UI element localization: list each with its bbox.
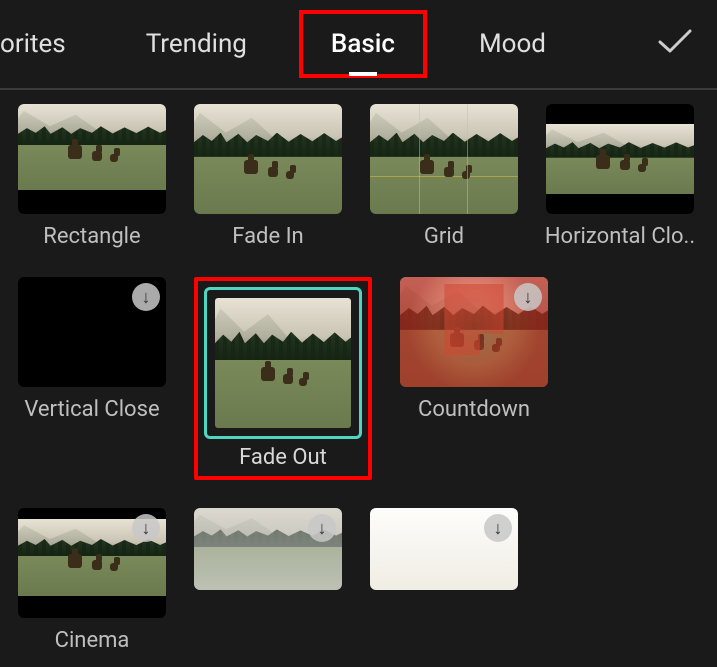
- effect-thumbnail: [370, 104, 518, 214]
- effect-grid[interactable]: Grid: [370, 104, 518, 249]
- tab-trending[interactable]: Trending: [106, 0, 287, 89]
- tab-label: Basic: [331, 29, 395, 59]
- effect-label: Fade In: [232, 224, 303, 249]
- active-tab-indicator: [349, 72, 377, 76]
- effect-fade-out[interactable]: Fade Out: [194, 277, 372, 480]
- effect-label: Countdown: [418, 397, 530, 422]
- effect-thumbnail: ↓: [370, 508, 518, 590]
- effect-label: Vertical Close: [24, 397, 159, 422]
- tab-mood[interactable]: Mood: [439, 0, 586, 89]
- download-icon[interactable]: ↓: [484, 514, 512, 542]
- effect-item[interactable]: ↓: [370, 508, 518, 653]
- tab-basic[interactable]: Basic: [299, 10, 427, 78]
- effect-thumbnail: ↓: [18, 508, 166, 618]
- effect-horizontal-close[interactable]: Horizontal Clo..: [546, 104, 694, 249]
- category-tabs: orites Trending Basic Mood: [0, 0, 717, 90]
- effect-thumbnail: ↓: [400, 277, 548, 387]
- check-icon: [657, 27, 693, 55]
- download-icon[interactable]: ↓: [308, 514, 336, 542]
- effect-vertical-close[interactable]: ↓ Vertical Close: [18, 277, 166, 480]
- effect-thumbnail: [204, 287, 362, 439]
- effect-label: Fade Out: [239, 445, 327, 470]
- effect-thumbnail: [546, 104, 694, 214]
- download-icon[interactable]: ↓: [132, 514, 160, 542]
- effect-label: Horizontal Clo..: [545, 224, 695, 249]
- effect-countdown[interactable]: ↓ Countdown: [400, 277, 548, 480]
- download-icon[interactable]: ↓: [514, 283, 542, 311]
- effect-label: Grid: [424, 224, 464, 249]
- effect-thumbnail: ↓: [194, 508, 342, 590]
- effect-thumbnail: [18, 104, 166, 214]
- tab-favorites[interactable]: orites: [0, 0, 106, 89]
- effect-label: Cinema: [55, 628, 130, 653]
- effects-grid: Rectangle Fade In Grid Horizontal Clo.. …: [0, 90, 717, 667]
- effect-rectangle[interactable]: Rectangle: [18, 104, 166, 249]
- effect-cinema[interactable]: ↓ Cinema: [18, 508, 166, 653]
- confirm-button[interactable]: [641, 24, 709, 64]
- effect-item[interactable]: ↓: [194, 508, 342, 653]
- effect-label: Rectangle: [43, 224, 140, 249]
- effect-thumbnail: ↓: [18, 277, 166, 387]
- effect-fade-in[interactable]: Fade In: [194, 104, 342, 249]
- download-icon[interactable]: ↓: [132, 283, 160, 311]
- effect-thumbnail: [194, 104, 342, 214]
